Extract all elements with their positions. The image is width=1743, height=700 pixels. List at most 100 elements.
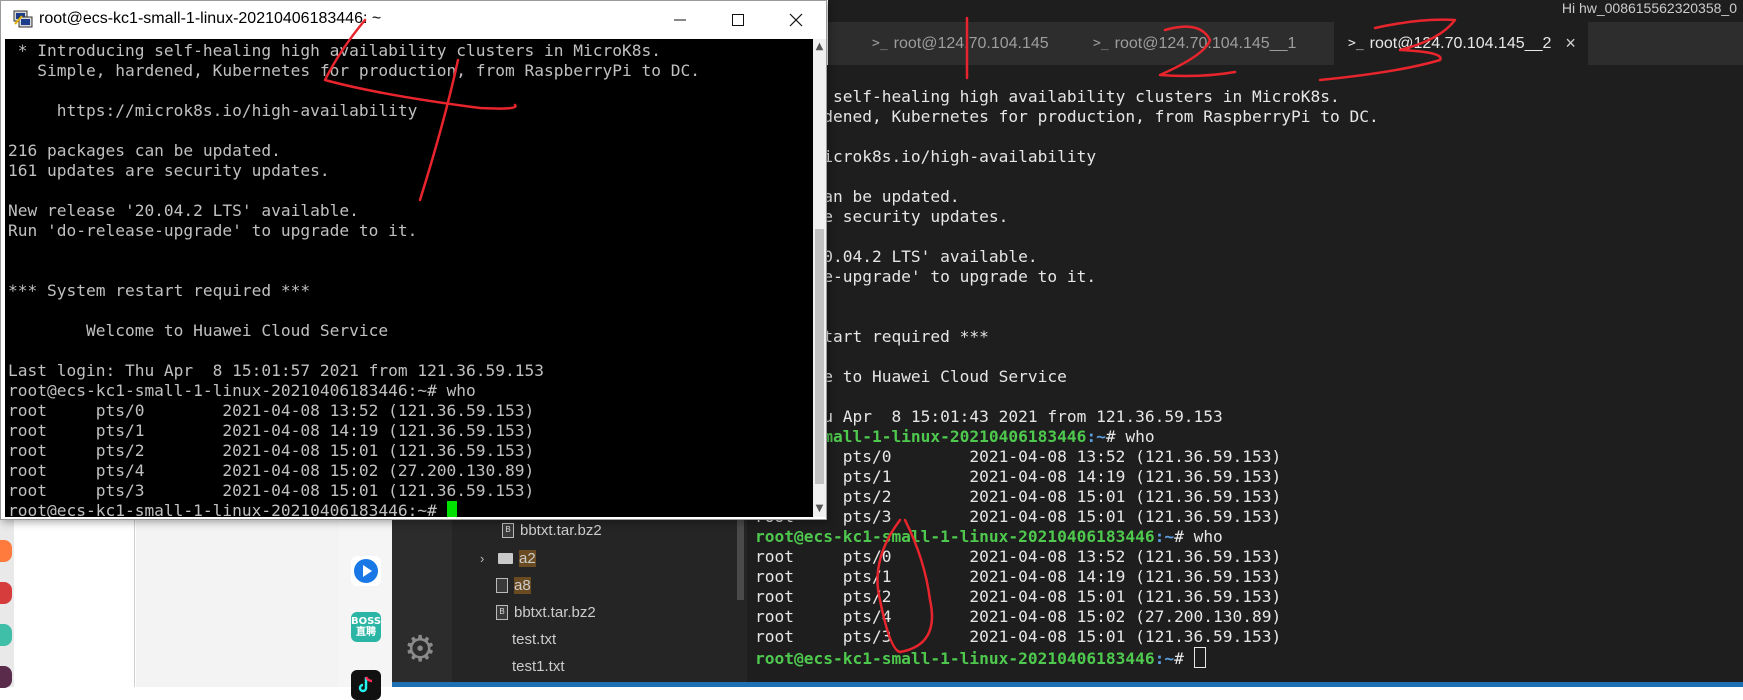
terminal-line: Last login: Thu Apr 8 15:01:57 2021 from… — [8, 361, 545, 380]
terminal-line: tem restart required *** — [755, 327, 989, 346]
prompt-user-host: root@ecs-kc1-small-1-linux-2021040618344… — [755, 649, 1155, 668]
tab-label: root@124.70.104.145__2 — [1369, 34, 1552, 52]
scrollbar-thumb[interactable] — [815, 229, 824, 484]
terminal-line: root pts/1 2021-04-08 14:19 (121.36.59.1… — [8, 421, 535, 440]
terminal-line: le, hardened, Kubernetes for production,… — [755, 107, 1379, 126]
settings-gear-icon[interactable]: ⚙ — [404, 632, 436, 668]
putty-window: root@ecs-kc1-small-1-linux-2021040618344… — [0, 0, 827, 520]
terminal-line: root pts/0 2021-04-08 13:52 (121.36.59.1… — [755, 547, 1282, 566]
tab-terminal-1[interactable]: >_ root@124.70.104.145 — [862, 22, 1082, 65]
prompt-user-host: root@ecs-kc1-small-1-linux-2021040618344… — [755, 527, 1155, 546]
putty-terminal[interactable]: * Introducing self-healing high availabi… — [5, 39, 813, 517]
terminal-prompt-line: s-kc1-small-1-linux-20210406183446:~# wh… — [755, 427, 1379, 447]
window-titlebar[interactable]: root@ecs-kc1-small-1-linux-2021040618344… — [1, 1, 826, 39]
terminal-prompt-icon: >_ — [872, 36, 888, 51]
prompt-path: :~ — [1086, 427, 1106, 446]
terminal-line: ates are security updates. — [755, 207, 1009, 226]
file-tree-item[interactable]: test1.txt — [512, 658, 565, 675]
prompt-path: :~ — [1154, 649, 1175, 668]
prompt-command: # — [1174, 649, 1194, 668]
terminal-line: root pts/2 2021-04-08 15:01 (121.36.59.1… — [8, 441, 535, 460]
file-tree-item[interactable]: Bbbtxt.tar.bz2 — [502, 522, 602, 539]
terminal-prompt-icon: >_ — [1093, 36, 1109, 51]
app-dock: BOSS 直聘 — [339, 520, 392, 700]
file-tree-item[interactable]: Bbbtxt.tar.bz2 — [496, 604, 596, 621]
terminal-line: root pts/0 2021-04-08 13:52 (121.36.59.1… — [8, 401, 535, 420]
file-tree-item[interactable]: a8 — [496, 577, 531, 594]
minimize-button[interactable] — [651, 1, 709, 39]
file-name: bbtxt.tar.bz2 — [514, 604, 596, 621]
minimize-icon — [674, 19, 686, 21]
file-name: bbtxt.tar.bz2 — [520, 522, 602, 539]
desktop-left-strip — [0, 520, 14, 688]
terminal-tab-bar: >_ root@124.70.104.145 >_ root@124.70.104.… — [828, 22, 1743, 65]
terminal-output: oducing self-healing high availability c… — [755, 87, 1379, 669]
terminal-line: * Introducing self-healing high availabi… — [8, 41, 661, 60]
terminal-line: -release-upgrade' to upgrade to it. — [755, 267, 1097, 286]
maximize-button[interactable] — [709, 1, 767, 39]
terminal-line: pts/0 2021-04-08 13:52 (121.36.59.153) — [755, 447, 1282, 466]
terminal-line: *** System restart required *** — [8, 281, 311, 300]
video-app-icon[interactable] — [351, 556, 381, 586]
terminal-prompt-line: root@ecs-kc1-small-1-linux-2021040618344… — [755, 527, 1379, 547]
terminal-scrollbar[interactable]: ▲ ▼ — [813, 39, 826, 517]
user-greeting: Hi hw_008615562320358_0 — [1561, 0, 1737, 16]
terminal-line: oducing self-healing high availability c… — [755, 87, 1340, 106]
terminal-line: root pts/4 2021-04-08 15:02 (27.200.130.… — [755, 607, 1282, 626]
window-title: root@ecs-kc1-small-1-linux-2021040618344… — [39, 10, 382, 27]
close-button[interactable] — [767, 1, 825, 39]
terminal-line: root pts/3 2021-04-08 15:01 (121.36.59.1… — [8, 481, 535, 500]
tab-terminal-3[interactable]: >_ root@124.70.104.145__2 × — [1334, 22, 1588, 65]
background-panel — [136, 520, 339, 687]
terminal-cursor — [446, 501, 457, 517]
terminal-line: root@ecs-kc1-small-1-linux-2021040618344… — [8, 381, 476, 400]
terminal-line: tps://microk8s.io/high-availability — [755, 147, 1097, 166]
prompt-command: # who — [1105, 427, 1155, 446]
archive-file-icon: B — [496, 605, 508, 620]
terminal-line: 216 packages can be updated. — [8, 141, 281, 160]
file-tree-item[interactable]: test.txt — [512, 631, 556, 648]
terminal-line: root pts/3 2021-04-08 15:01 (121.36.59.1… — [755, 627, 1282, 646]
desktop-app-dot[interactable] — [0, 540, 12, 562]
putty-icon — [13, 10, 33, 28]
file-tree-folder[interactable]: › a2 — [480, 550, 536, 567]
terminal-line: kages can be updated. — [755, 187, 960, 206]
desktop-app-dot[interactable] — [0, 582, 12, 604]
close-icon — [789, 13, 803, 27]
terminal-line: Simple, hardened, Kubernetes for product… — [8, 61, 700, 80]
close-tab-icon[interactable]: × — [1565, 33, 1576, 54]
tab-terminal-2[interactable]: >_ root@124.70.104.145__1 — [1083, 22, 1333, 65]
terminal-line: pts/2 2021-04-08 15:01 (121.36.59.153) — [755, 487, 1282, 506]
terminal-line: Welcome to Huawei Cloud Service — [755, 367, 1067, 386]
desktop-app-dot[interactable] — [0, 624, 12, 646]
tab-label: root@124.70.104.145 — [893, 34, 1049, 52]
folder-name: a2 — [519, 550, 536, 567]
desktop-app-dot[interactable] — [0, 666, 12, 688]
scroll-down-icon[interactable]: ▼ — [813, 501, 826, 517]
terminal-line: root pts/1 2021-04-08 14:19 (121.36.59.1… — [755, 567, 1282, 586]
scroll-up-icon[interactable]: ▲ — [813, 39, 826, 55]
terminal-line: root pts/2 2021-04-08 15:01 (121.36.59.1… — [755, 587, 1282, 606]
background-panel — [14, 520, 135, 687]
terminal-output: * Introducing self-healing high availabi… — [8, 41, 700, 517]
prompt-command: # who — [1174, 527, 1223, 546]
terminal-prompt-line: root@ecs-kc1-small-1-linux-2021040618344… — [755, 647, 1379, 669]
boss-app-icon[interactable]: BOSS 直聘 — [351, 612, 381, 642]
integrated-terminal[interactable]: oducing self-healing high availability c… — [747, 65, 1743, 682]
folder-icon — [498, 553, 513, 564]
tiktok-app-icon[interactable] — [351, 670, 381, 700]
prompt-text: root@ecs-kc1-small-1-linux-2021040618344… — [8, 501, 447, 517]
file-icon — [496, 578, 508, 593]
